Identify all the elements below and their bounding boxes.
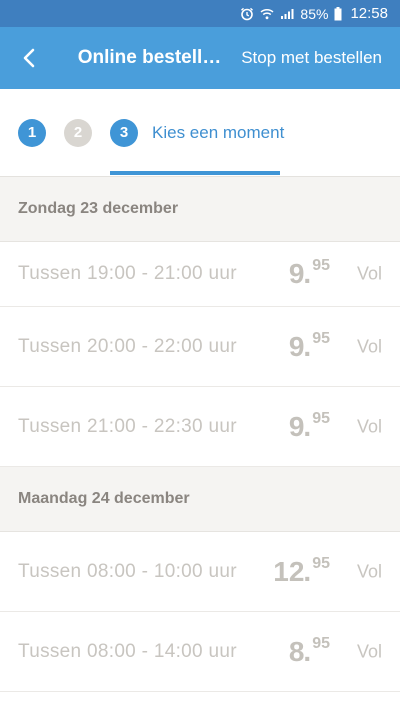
price-dot: . (303, 410, 312, 442)
price-dot: . (303, 330, 312, 362)
timeslot-range: 20:00 - 22:00 (87, 335, 203, 357)
signal-icon (280, 8, 294, 20)
timeslot-unit: uur (208, 263, 237, 284)
wifi-icon (260, 8, 274, 20)
timeslot-status: Vol (356, 336, 382, 356)
timeslot-time: Tussen 21:00 - 22:30 uur (18, 416, 237, 438)
battery-level: 85% (300, 5, 329, 22)
timeslot-status: Vol (356, 641, 382, 661)
price-int: 9 (288, 258, 305, 289)
price-cents: 95 (312, 409, 330, 427)
timeslot-prefix: Tussen (18, 263, 82, 284)
timeslot-price: 9. 95 (288, 329, 330, 362)
alarm-icon (240, 7, 254, 21)
price-dot: . (303, 635, 312, 667)
step-2-button[interactable]: 2 (64, 118, 92, 147)
timeslot-row[interactable]: Tussen 08:00 - 14:00 uur 8. 95 Vol (0, 612, 400, 692)
timeslot-range: 08:00 - 10:00 (87, 560, 203, 582)
active-step-underline (110, 171, 280, 175)
timeslot-status: Vol (356, 561, 382, 581)
battery-icon (334, 6, 342, 21)
timeslot-price: 8. 95 (288, 634, 330, 667)
price-int: 9 (288, 410, 305, 442)
timeslot-prefix: Tussen (18, 335, 82, 357)
timeslot-price: 9. 95 (288, 409, 330, 442)
price-int: 12 (273, 555, 305, 587)
timeslot-row[interactable]: Tussen 21:00 - 22:30 uur 9. 95 Vol (0, 387, 400, 467)
status-bar: 85% 12:58 (0, 0, 400, 27)
timeslot-row[interactable]: Tussen 08:00 - 10:00 uur 12. 95 Vol (0, 532, 400, 612)
step-1-button[interactable]: 1 (18, 118, 46, 147)
price-cents: 95 (312, 257, 330, 274)
price-cents: 95 (312, 634, 330, 652)
timeslot-range: 21:00 - 22:30 (87, 415, 203, 437)
step-3-indicator: 3 (110, 118, 138, 147)
timeslot-list: Zondag 23 december Tussen 19:00 - 21:00 … (0, 177, 400, 692)
price-int: 9 (288, 330, 305, 362)
price-cents: 95 (312, 329, 330, 347)
timeslot-time: Tussen 08:00 - 10:00 uur (18, 561, 237, 583)
timeslot-prefix: Tussen (18, 415, 82, 437)
timeslot-unit: uur (208, 560, 237, 582)
timeslot-time: Tussen 20:00 - 22:00 uur (18, 336, 237, 358)
timeslot-range: 19:00 - 21:00 (87, 263, 203, 284)
price-dot: . (303, 555, 312, 587)
page-title: Online bestell… (77, 47, 222, 68)
back-button[interactable] (0, 27, 58, 89)
timeslot-unit: uur (208, 335, 237, 357)
price-cents: 95 (312, 554, 330, 572)
status-time: 12:58 (350, 5, 388, 22)
timeslot-price: 9. 95 (288, 257, 330, 289)
timeslot-unit: uur (208, 640, 237, 662)
timeslot-time: Tussen 19:00 - 21:00 uur (18, 263, 237, 285)
timeslot-row[interactable]: Tussen 19:00 - 21:00 uur 9. 95 Vol (0, 242, 400, 307)
timeslot-status: Vol (356, 263, 382, 284)
timeslot-row[interactable]: Tussen 20:00 - 22:00 uur 9. 95 Vol (0, 307, 400, 387)
timeslot-time: Tussen 08:00 - 14:00 uur (18, 641, 237, 663)
day-header: Zondag 23 december (0, 177, 400, 242)
step-indicator: 1 2 3 Kies een moment (0, 89, 400, 177)
step-3-label: Kies een moment (152, 122, 285, 142)
chevron-left-icon (23, 48, 35, 68)
app-bar: Online bestell… Stop met bestellen (0, 27, 400, 89)
timeslot-range: 08:00 - 14:00 (87, 640, 203, 662)
timeslot-prefix: Tussen (18, 640, 82, 662)
price-dot: . (303, 258, 312, 289)
timeslot-price: 12. 95 (273, 554, 330, 587)
timeslot-status: Vol (356, 416, 382, 436)
timeslot-unit: uur (208, 415, 237, 437)
stop-ordering-button[interactable]: Stop met bestellen (241, 48, 382, 68)
day-header: Maandag 24 december (0, 467, 400, 532)
price-int: 8 (288, 635, 305, 667)
timeslot-prefix: Tussen (18, 560, 82, 582)
